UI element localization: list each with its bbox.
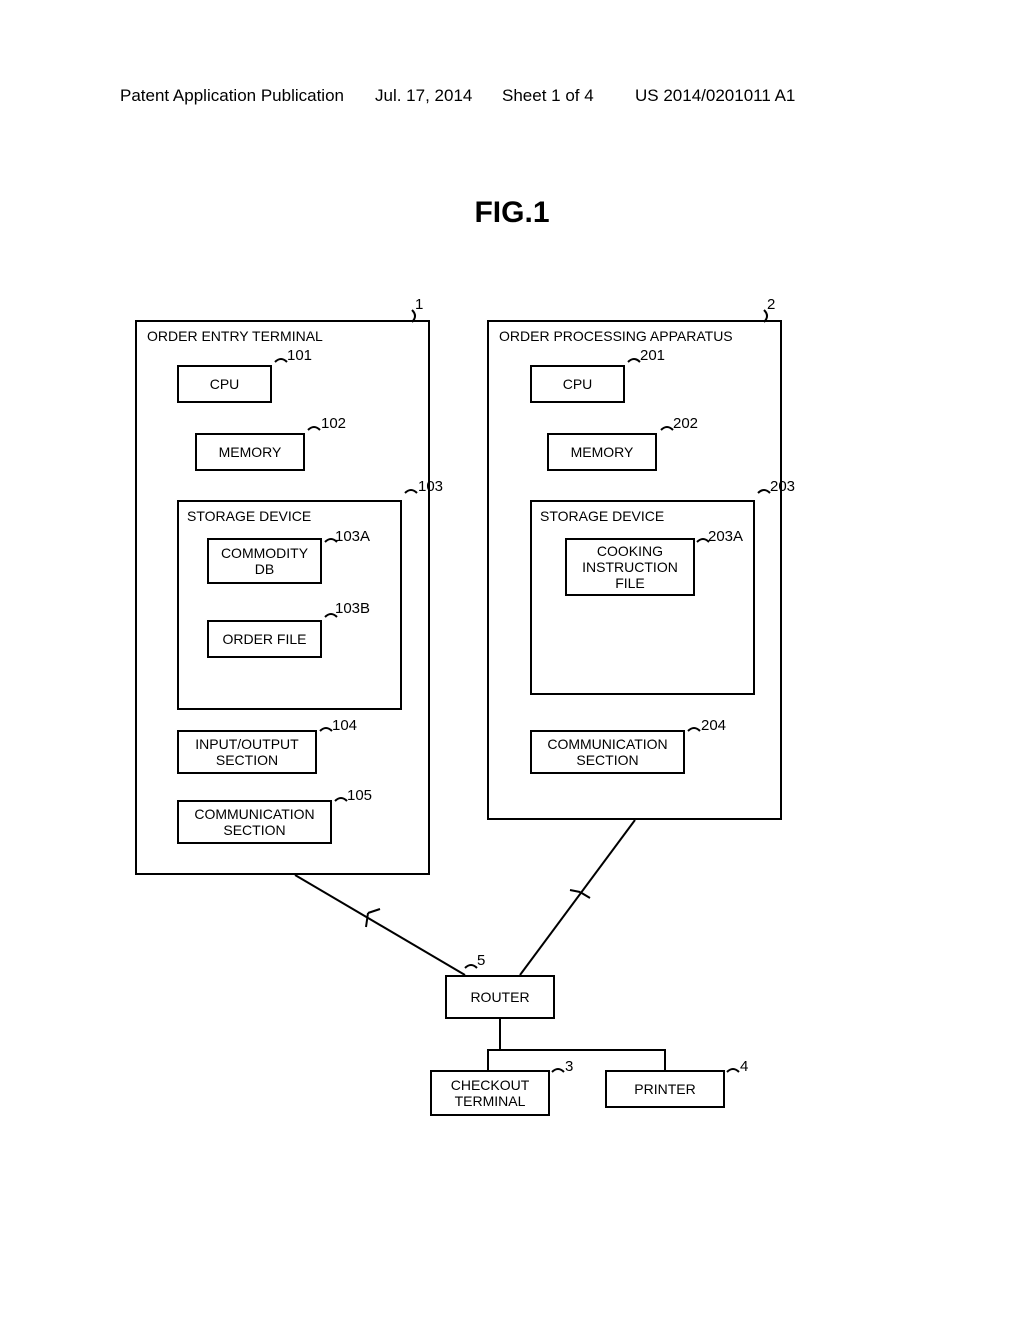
figure-title: FIG.1: [0, 196, 1024, 230]
wire-opa-router: [520, 820, 635, 975]
lead-router: [465, 965, 477, 968]
lead-opa-sd: [758, 490, 770, 493]
header-date: Jul. 17, 2014: [375, 86, 472, 106]
wire-router-chk: [488, 1019, 500, 1070]
wire-router-prn: [500, 1050, 665, 1070]
lead-oet-com: [335, 798, 347, 801]
diagram-stage: ORDER ENTRY TERMINAL CPU MEMORY STORAGE …: [135, 290, 889, 1190]
wires-layer: [135, 290, 889, 1190]
lead-oet-cpu: [275, 359, 287, 362]
lead-prn: [727, 1069, 739, 1072]
lead-oet-of: [325, 614, 337, 617]
page: Patent Application Publication Jul. 17, …: [0, 0, 1024, 1320]
lead-opa-cpu: [628, 359, 640, 362]
header-sheet: Sheet 1 of 4: [502, 86, 594, 106]
header-pubno: US 2014/0201011 A1: [635, 86, 795, 106]
lead-opa-com: [688, 728, 700, 731]
lead-oet-sd: [405, 490, 417, 493]
wire-oet-router: [295, 875, 465, 975]
lead-oet-db: [325, 539, 337, 542]
lead-oet-mem: [308, 427, 320, 430]
lead-opa-cif: [697, 539, 709, 542]
lead-chk: [552, 1069, 564, 1072]
header-publication-type: Patent Application Publication: [120, 86, 344, 106]
lead-oet-io: [320, 728, 332, 731]
lead-opa-mem: [661, 427, 673, 430]
lead-opa: [764, 310, 767, 322]
lead-oet: [412, 310, 415, 322]
